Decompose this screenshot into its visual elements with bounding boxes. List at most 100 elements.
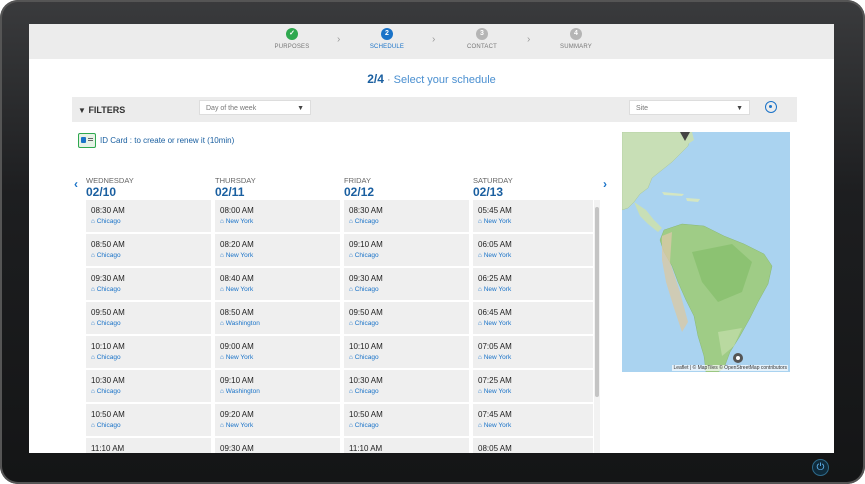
time-slot[interactable]: 08:50 AM ⌂ Washington bbox=[215, 302, 340, 334]
slot-city: Chicago bbox=[96, 218, 121, 225]
slot-location: ⌂ Chicago bbox=[349, 252, 469, 259]
prev-week-button[interactable]: ‹ bbox=[74, 177, 78, 191]
time-slot[interactable]: 09:10 AM ⌂ Washington bbox=[215, 370, 340, 402]
time-slot[interactable]: 08:00 AM ⌂ New York bbox=[215, 200, 340, 232]
power-icon[interactable]: ⏻ bbox=[812, 459, 829, 476]
slot-city: Chicago bbox=[354, 388, 379, 395]
time-slot[interactable]: 10:50 AM ⌂ Chicago bbox=[344, 404, 469, 436]
slot-location: ⌂ Washington bbox=[220, 388, 340, 395]
progress-stepper: ✓ PURPOSES › 2 SCHEDULE › 3 CONTACT › 4 … bbox=[29, 24, 834, 59]
time-slot[interactable]: 08:05 AM bbox=[473, 438, 593, 453]
time-slot[interactable]: 10:30 AM ⌂ Chicago bbox=[86, 370, 211, 402]
time-slot[interactable]: 09:30 AM ⌂ Chicago bbox=[344, 268, 469, 300]
slot-time: 10:50 AM bbox=[91, 410, 125, 419]
slot-time: 08:30 AM bbox=[91, 206, 125, 215]
scrollbar-thumb[interactable] bbox=[595, 207, 599, 397]
time-slot[interactable]: 07:45 AM ⌂ New York bbox=[473, 404, 593, 436]
slot-location: ⌂ Chicago bbox=[91, 320, 211, 327]
time-slot-grid: 08:30 AM ⌂ Chicago 08:50 AM ⌂ Chicago 09:30 … bbox=[86, 200, 593, 453]
time-slot[interactable]: 08:20 AM ⌂ New York bbox=[215, 234, 340, 266]
slot-time: 09:50 AM bbox=[349, 308, 383, 317]
slot-location: ⌂ Chicago bbox=[349, 422, 469, 429]
slot-time: 08:30 AM bbox=[349, 206, 383, 215]
slot-time: 07:45 AM bbox=[478, 410, 512, 419]
time-slot[interactable]: 10:30 AM ⌂ Chicago bbox=[344, 370, 469, 402]
filter-bar: ▼ FILTERS Day of the week ▼ Site ▼ bbox=[72, 97, 797, 122]
map-svg bbox=[622, 132, 790, 372]
time-slot[interactable]: 09:50 AM ⌂ Chicago bbox=[86, 302, 211, 334]
site-select[interactable]: Site ▼ bbox=[629, 100, 750, 115]
day-header: SATURDAY 02/13 bbox=[473, 176, 598, 199]
slot-location: ⌂ Chicago bbox=[91, 252, 211, 259]
time-slot[interactable]: 09:50 AM ⌂ Chicago bbox=[344, 302, 469, 334]
slot-time: 06:45 AM bbox=[478, 308, 512, 317]
time-slot[interactable]: 09:20 AM ⌂ New York bbox=[215, 404, 340, 436]
slot-time: 10:10 AM bbox=[349, 342, 383, 351]
time-slot[interactable]: 09:10 AM ⌂ Chicago bbox=[344, 234, 469, 266]
slot-city: Chicago bbox=[354, 218, 379, 225]
slot-location: ⌂ New York bbox=[478, 320, 593, 327]
next-week-button[interactable]: › bbox=[603, 177, 607, 191]
slot-city: Washington bbox=[225, 320, 260, 327]
time-slot[interactable]: 07:25 AM ⌂ New York bbox=[473, 370, 593, 402]
slot-city: New York bbox=[225, 218, 254, 225]
slot-time: 06:25 AM bbox=[478, 274, 512, 283]
step-summary[interactable]: 4 SUMMARY bbox=[531, 28, 621, 50]
time-slot[interactable]: 11:10 AM bbox=[86, 438, 211, 453]
day-name: SATURDAY bbox=[473, 176, 513, 185]
app-screen: ✓ PURPOSES › 2 SCHEDULE › 3 CONTACT › 4 … bbox=[29, 24, 834, 453]
slot-city: New York bbox=[225, 422, 254, 429]
id-card-text: ID Card : to create or renew it (10min) bbox=[100, 136, 235, 145]
slot-location: ⌂ Chicago bbox=[349, 388, 469, 395]
time-slot[interactable]: 06:45 AM ⌂ New York bbox=[473, 302, 593, 334]
time-slot[interactable]: 08:30 AM ⌂ Chicago bbox=[86, 200, 211, 232]
slot-city: New York bbox=[483, 252, 512, 259]
location-pin-icon[interactable] bbox=[765, 101, 777, 113]
time-slot[interactable]: 11:10 AM bbox=[344, 438, 469, 453]
chevron-right-icon: › bbox=[337, 34, 341, 45]
time-slot[interactable]: 10:50 AM ⌂ Chicago bbox=[86, 404, 211, 436]
slot-city: Chicago bbox=[96, 354, 121, 361]
time-slot[interactable]: 08:50 AM ⌂ Chicago bbox=[86, 234, 211, 266]
filters-toggle[interactable]: ▼ FILTERS bbox=[78, 105, 125, 115]
slot-location: ⌂ New York bbox=[478, 218, 593, 225]
time-slot[interactable]: 10:10 AM ⌂ Chicago bbox=[86, 336, 211, 368]
slot-location: ⌂ Chicago bbox=[91, 354, 211, 361]
slot-time: 07:25 AM bbox=[478, 376, 512, 385]
slot-location: ⌂ New York bbox=[220, 354, 340, 361]
slot-location: ⌂ New York bbox=[220, 252, 340, 259]
slot-time: 09:00 AM bbox=[220, 342, 254, 351]
slot-time: 08:40 AM bbox=[220, 274, 254, 283]
time-slot[interactable]: 06:05 AM ⌂ New York bbox=[473, 234, 593, 266]
step-schedule[interactable]: 2 SCHEDULE bbox=[342, 28, 432, 50]
time-slot[interactable]: 07:05 AM ⌂ New York bbox=[473, 336, 593, 368]
id-card-link[interactable]: ID Card : to create or renew it (10min) bbox=[78, 133, 234, 148]
step-contact[interactable]: 3 CONTACT bbox=[437, 28, 527, 50]
slot-city: New York bbox=[225, 286, 254, 293]
slot-time: 08:50 AM bbox=[91, 240, 125, 249]
caret-down-icon: ▼ bbox=[736, 105, 743, 112]
day-of-week-select[interactable]: Day of the week ▼ bbox=[199, 100, 311, 115]
slot-location: ⌂ New York bbox=[478, 286, 593, 293]
step-purposes[interactable]: ✓ PURPOSES bbox=[247, 28, 337, 50]
slot-time: 08:05 AM bbox=[478, 444, 512, 453]
slot-time: 08:50 AM bbox=[220, 308, 254, 317]
slot-city: Washington bbox=[225, 388, 260, 395]
time-slot[interactable]: 05:45 AM ⌂ New York bbox=[473, 200, 593, 232]
step-dot: 3 bbox=[476, 28, 488, 40]
time-slot[interactable]: 10:10 AM ⌂ Chicago bbox=[344, 336, 469, 368]
day-name: FRIDAY bbox=[344, 176, 371, 185]
time-slot[interactable]: 06:25 AM ⌂ New York bbox=[473, 268, 593, 300]
time-slot[interactable]: 08:30 AM ⌂ Chicago bbox=[344, 200, 469, 232]
time-slot[interactable]: 09:00 AM ⌂ New York bbox=[215, 336, 340, 368]
map-panel[interactable]: Leaflet | © MapTiles © OpenStreetMap con… bbox=[622, 132, 790, 372]
slot-city: Chicago bbox=[354, 422, 379, 429]
time-slot[interactable]: 09:30 AM ⌂ Chicago bbox=[86, 268, 211, 300]
time-slot[interactable]: 08:40 AM ⌂ New York bbox=[215, 268, 340, 300]
slot-time: 09:20 AM bbox=[220, 410, 254, 419]
title-separator: · bbox=[386, 74, 391, 86]
slot-location: ⌂ Chicago bbox=[349, 286, 469, 293]
time-slot[interactable]: 09:30 AM bbox=[215, 438, 340, 453]
slot-time: 09:30 AM bbox=[220, 444, 254, 453]
day-date: 02/10 bbox=[86, 185, 117, 199]
